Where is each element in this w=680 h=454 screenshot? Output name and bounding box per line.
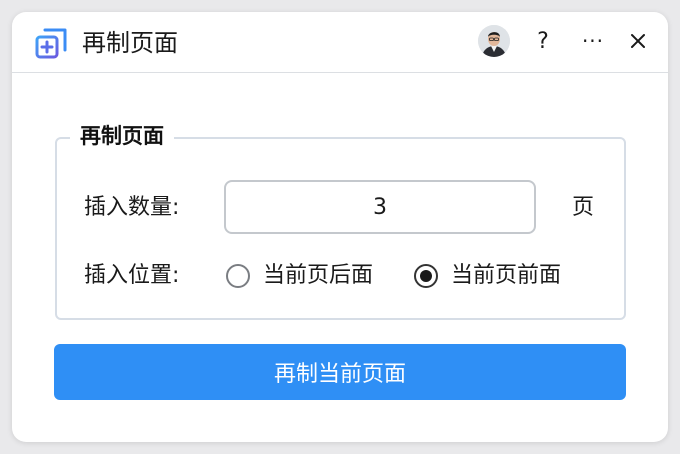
position-after-label: 当前页后面 [263,263,374,288]
position-before-option[interactable]: 当前页前面 [414,259,561,293]
quantity-label: 插入数量: [84,195,180,220]
quantity-unit: 页 [572,195,595,220]
position-before-radio[interactable] [414,264,438,288]
quantity-input[interactable] [224,180,536,234]
duplicate-page-dialog: 再制页面 ? ··· 再制页面 插入数量: 页 插入位置: 当前页后面 [12,12,668,442]
title-bar: 再制页面 ? ··· [12,12,668,73]
help-button[interactable]: ? [528,26,558,56]
close-icon [631,34,645,48]
close-button[interactable] [623,26,653,56]
position-label: 插入位置: [84,263,180,288]
duplicate-current-page-button[interactable]: 再制当前页面 [54,344,626,400]
duplicate-page-icon [34,27,68,61]
user-avatar[interactable] [478,25,510,57]
group-title: 再制页面 [70,121,174,151]
window-title: 再制页面 [82,29,178,57]
position-after-option[interactable]: 当前页后面 [226,259,373,293]
position-after-radio[interactable] [226,264,250,288]
more-options-button[interactable]: ··· [578,26,608,56]
position-before-label: 当前页前面 [451,263,562,288]
